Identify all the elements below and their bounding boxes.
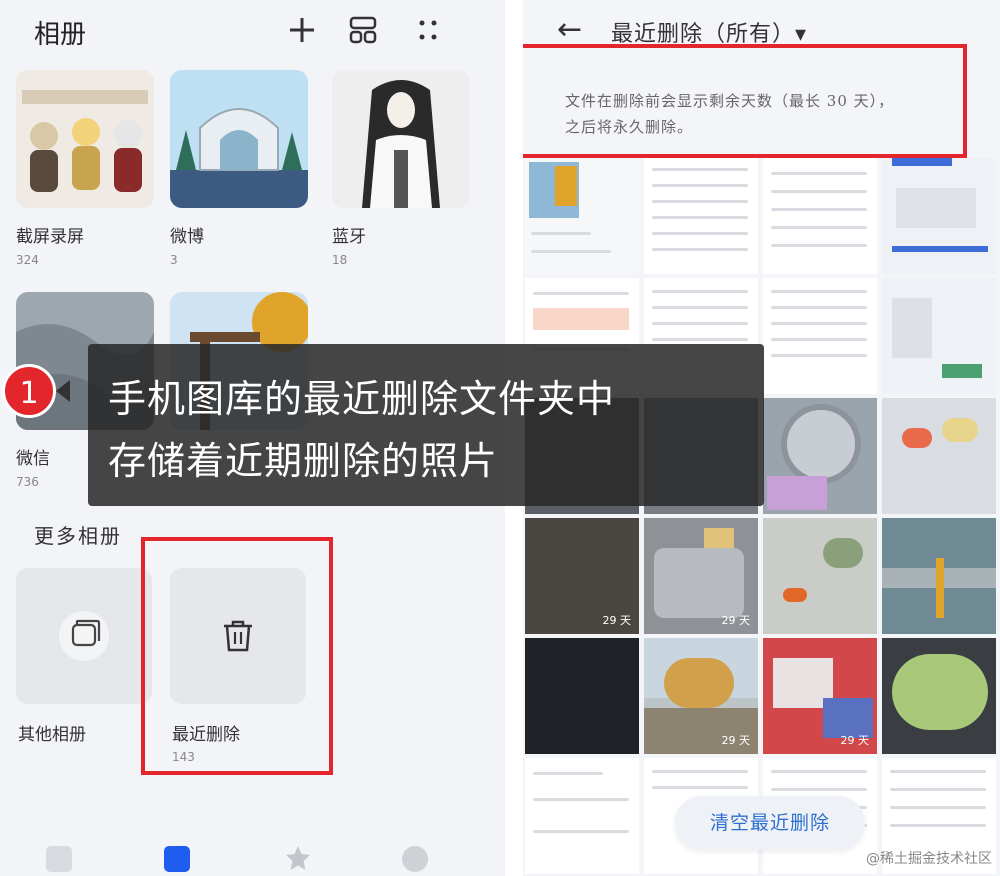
album-thumbnail: [332, 70, 470, 208]
photo-thumbnail[interactable]: 29 天: [763, 638, 877, 754]
album-name: 蓝牙: [332, 227, 366, 247]
photo-thumbnail[interactable]: [882, 518, 996, 634]
photo-thumbnail[interactable]: [525, 638, 639, 754]
caption-overlay: 手机图库的最近删除文件夹中 存储着近期删除的照片: [88, 344, 764, 506]
nav-favorites-icon[interactable]: [284, 844, 312, 876]
photo-thumbnail[interactable]: [882, 398, 996, 514]
album-screenshots[interactable]: 截屏录屏 324: [16, 70, 154, 267]
layout-icon[interactable]: [348, 12, 378, 54]
highlight-box-notice: [523, 44, 967, 158]
photo-thumbnail[interactable]: [882, 278, 996, 394]
photo-thumbnail[interactable]: [763, 398, 877, 514]
more-dots-icon[interactable]: [414, 12, 442, 54]
album-thumbnail: [170, 70, 308, 208]
other-albums-card[interactable]: [16, 568, 152, 704]
photo-thumbnail[interactable]: [525, 758, 639, 874]
caption-line2: 存储着近期删除的照片: [108, 439, 499, 483]
album-bluetooth[interactable]: 蓝牙 18: [332, 70, 470, 267]
plus-icon[interactable]: [288, 12, 316, 54]
photo-thumbnail[interactable]: [882, 158, 996, 274]
photo-thumbnail[interactable]: [882, 638, 996, 754]
album-count: 18: [332, 253, 348, 267]
album-weibo[interactable]: 微博 3: [170, 70, 308, 267]
photo-thumbnail[interactable]: [763, 518, 877, 634]
album-count: 324: [16, 253, 39, 267]
highlight-box-recently-deleted: [141, 537, 333, 775]
other-albums-label: 其他相册: [18, 725, 86, 745]
nav-discover-icon[interactable]: [402, 846, 428, 872]
page-title: 相册: [34, 20, 87, 50]
step-badge: 1: [2, 364, 56, 418]
photo-thumbnail[interactable]: 29 天: [525, 518, 639, 634]
album-stack-icon: [59, 611, 109, 661]
days-remaining: 29 天: [840, 734, 870, 747]
album-count: 3: [170, 253, 178, 267]
photo-thumbnail[interactable]: [763, 158, 877, 274]
caption-pointer: [56, 380, 70, 402]
caption-line1: 手机图库的最近删除文件夹中: [108, 377, 616, 421]
more-albums-heading: 更多相册: [34, 524, 122, 548]
photo-thumbnail[interactable]: [525, 158, 639, 274]
photo-thumbnail[interactable]: 29 天: [644, 638, 758, 754]
watermark: @稀土掘金技术社区: [866, 851, 992, 867]
album-name: 截屏录屏: [16, 227, 84, 247]
days-remaining: 29 天: [721, 614, 751, 627]
back-arrow-icon[interactable]: ←: [557, 12, 582, 47]
photo-thumbnail[interactable]: [763, 278, 877, 394]
days-remaining: 29 天: [721, 734, 751, 747]
album-name: 微博: [170, 227, 204, 247]
photo-thumbnail[interactable]: 29 天: [644, 518, 758, 634]
nav-photos-icon[interactable]: [46, 846, 72, 872]
days-remaining: 29 天: [602, 614, 632, 627]
clear-recently-deleted-button[interactable]: 清空最近删除: [675, 796, 865, 850]
album-thumbnail: [16, 70, 154, 208]
photo-thumbnail[interactable]: [644, 158, 758, 274]
nav-albums-icon[interactable]: [164, 846, 190, 872]
